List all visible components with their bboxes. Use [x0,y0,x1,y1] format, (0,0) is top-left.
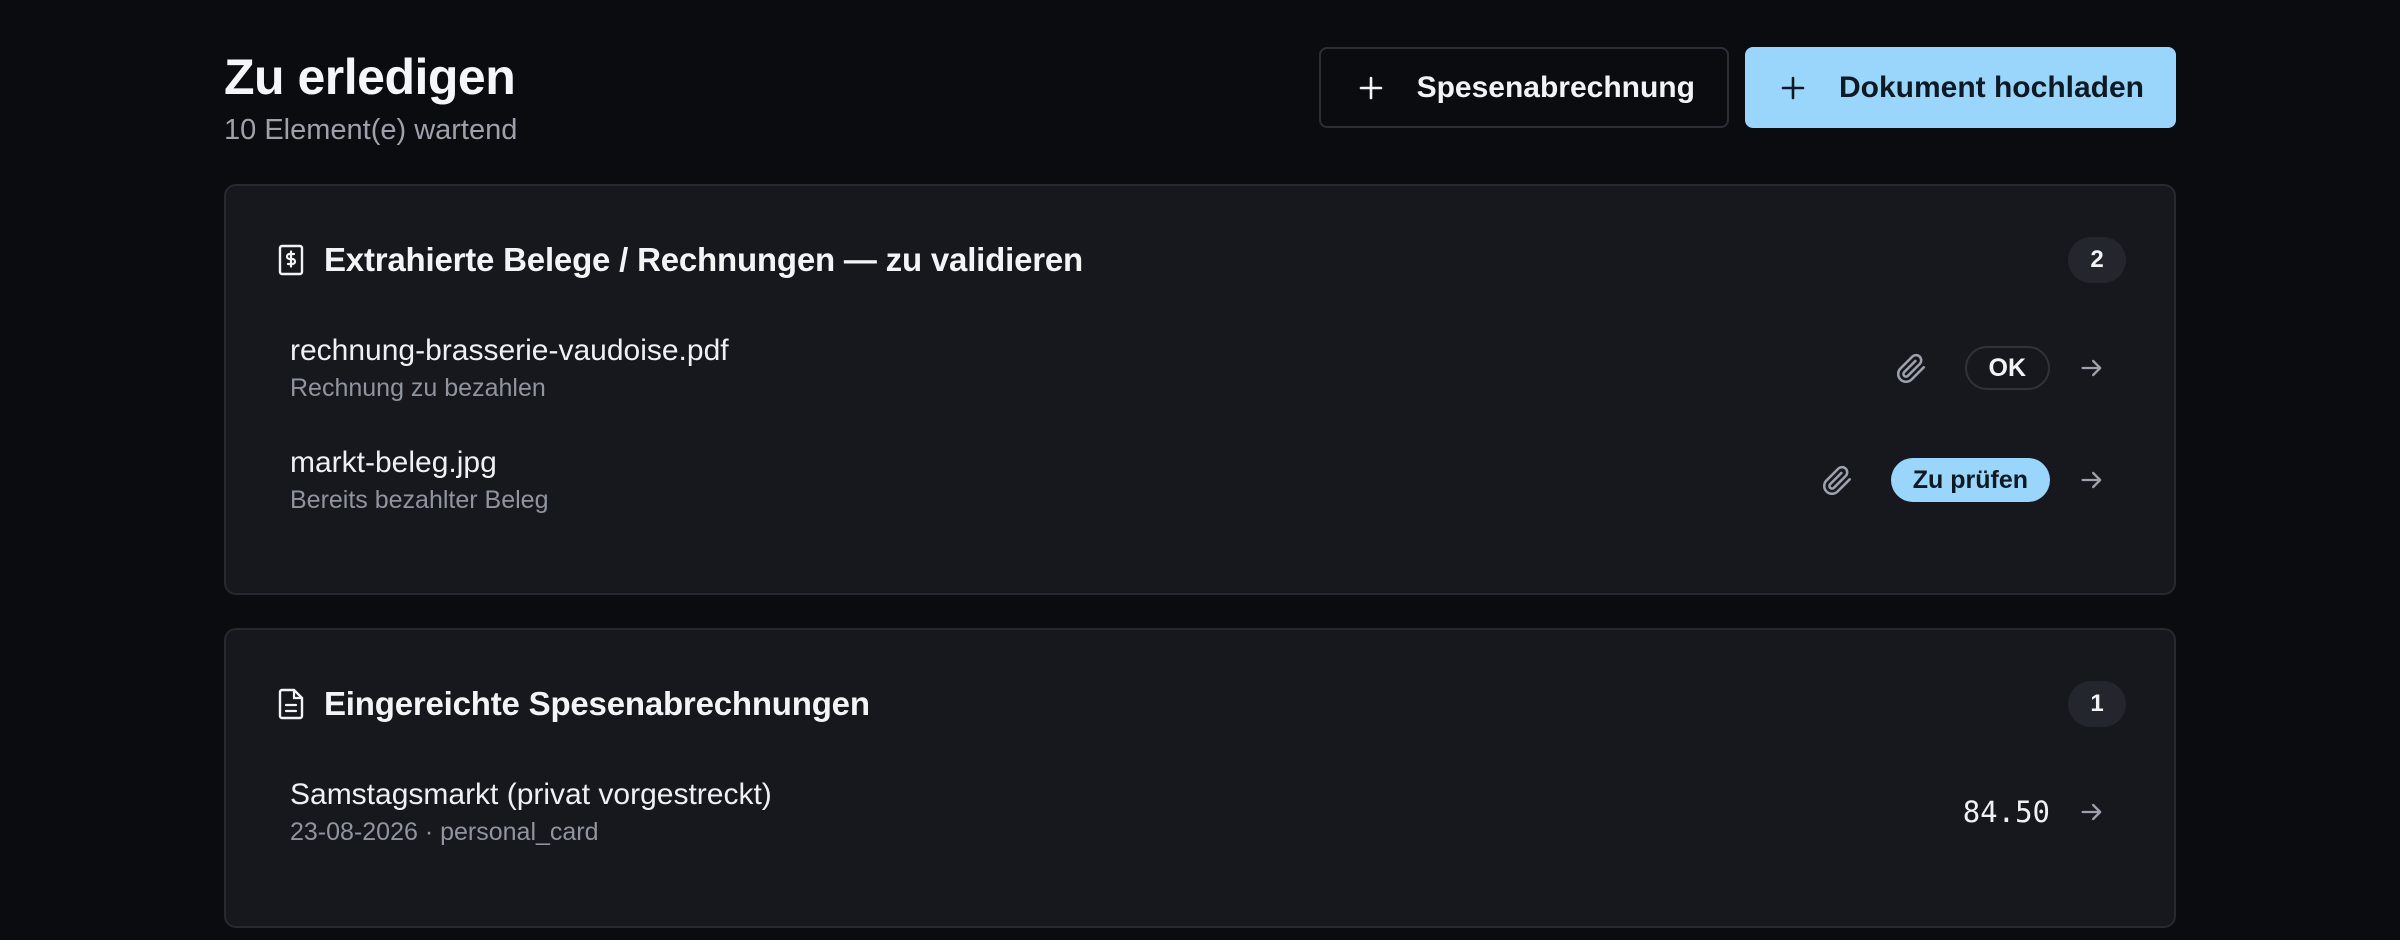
new-expense-report-button[interactable]: Spesenabrechnung [1318,47,1729,128]
plus-icon [1351,68,1391,108]
item-title: markt-beleg.jpg [290,445,497,479]
list-item-text: rechnung-brasserie-vaudoise.pdf Rechnung… [290,334,729,403]
plus-icon [1773,68,1813,108]
page-header: Zu erledigen 10 Element(e) wartend Spese… [224,0,2176,184]
item-subtitle: Rechnung zu bezahlen [290,373,546,402]
page-title: Zu erledigen [224,49,516,105]
document-icon [274,687,308,721]
item-subtitle: Bereits bezahlter Beleg [290,485,549,514]
arrow-right-icon[interactable] [2074,794,2110,830]
list-item[interactable]: markt-beleg.jpg Bereits bezahlter Beleg … [290,440,2110,520]
paperclip-icon[interactable] [1817,460,1857,500]
section-header: Eingereichte Spesenabrechnungen 1 [274,680,2126,728]
amount-value: 84.50 [1962,795,2050,829]
receipt-icon [274,243,308,277]
count-badge: 2 [2068,237,2126,283]
upload-document-button[interactable]: Dokument hochladen [1744,47,2176,128]
status-badge: Zu prüfen [1890,458,2050,502]
section-header: Extrahierte Belege / Rechnungen — zu val… [274,236,2126,284]
upload-document-label: Dokument hochladen [1838,70,2144,104]
item-actions: OK [1891,346,2111,390]
count-badge: 1 [2068,681,2126,727]
section-extracted-receipts: Extrahierte Belege / Rechnungen — zu val… [224,184,2176,595]
section-title: Eingereichte Spesenabrechnungen [324,685,870,722]
section-title: Extrahierte Belege / Rechnungen — zu val… [324,241,1083,278]
item-actions: Zu prüfen [1817,458,2110,502]
header-actions: Spesenabrechnung Dokument hochladen [1318,47,2176,128]
section-submitted-expense-reports: Eingereichte Spesenabrechnungen 1 Samsta… [224,628,2176,928]
list-item-text: markt-beleg.jpg Bereits bezahlter Beleg [290,446,548,515]
arrow-right-icon[interactable] [2074,462,2110,498]
paperclip-icon[interactable] [1891,348,1931,388]
item-title: Samstagsmarkt (privat vorgestreckt) [290,777,772,811]
new-expense-report-label: Spesenabrechnung [1416,70,1695,104]
arrow-right-icon[interactable] [2074,350,2110,386]
page-subtitle: 10 Element(e) wartend [224,114,518,146]
item-actions: 84.50 [1963,794,2110,830]
list-item[interactable]: rechnung-brasserie-vaudoise.pdf Rechnung… [290,328,2110,408]
status-badge: OK [1964,346,2050,390]
item-subtitle: 23-08-2026 · personal_card [290,817,599,846]
page: Zu erledigen 10 Element(e) wartend Spese… [224,0,2176,928]
list-item[interactable]: Samstagsmarkt (privat vorgestreckt) 23-0… [290,772,2110,852]
item-title: rechnung-brasserie-vaudoise.pdf [290,333,729,367]
list-item-text: Samstagsmarkt (privat vorgestreckt) 23-0… [290,778,772,847]
